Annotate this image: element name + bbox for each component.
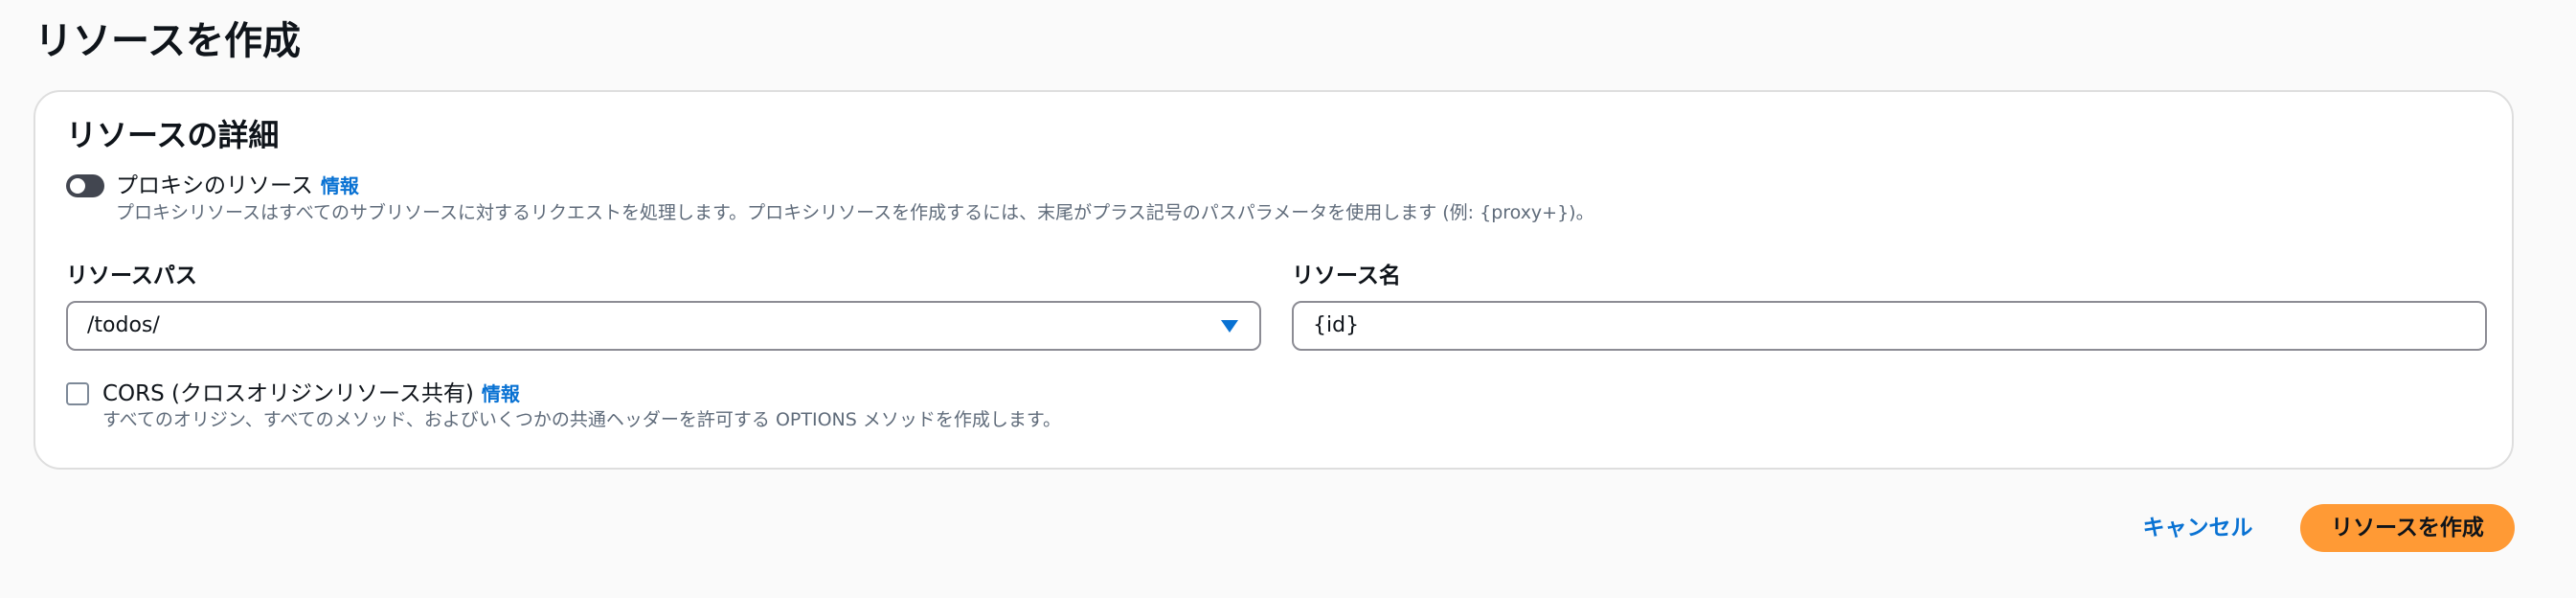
create-resource-page: リソースを作成 リソースの詳細 プロキシのリソース 情報 プロキシリソースはすべて… [0,0,2576,598]
resource-name-input[interactable]: {id} [1292,301,2487,351]
panel-title: リソースの詳細 [66,117,280,153]
resource-name-label: リソース名 [1292,264,1401,288]
page-title: リソースを作成 [34,19,301,63]
proxy-resource-label: プロキシのリソース [116,173,313,198]
toggle-knob [70,178,85,194]
resource-details-panel: リソースの詳細 プロキシのリソース 情報 プロキシリソースはすべてのサブリソースに… [34,90,2514,470]
proxy-resource-row: プロキシのリソース 情報 [116,171,359,201]
cors-info-link[interactable]: 情報 [482,382,520,405]
cors-row: CORS (クロスオリジンリソース共有) 情報 [102,379,520,409]
resource-path-select[interactable]: /todos/ [66,301,1261,351]
resource-path-value: /todos/ [87,313,160,337]
resource-path-label: リソースパス [66,264,197,288]
caret-down-icon [1221,320,1238,333]
cors-description: すべてのオリジン、すべてのメソッド、およびいくつかの共通ヘッダーを許可する OP… [102,409,1061,430]
proxy-resource-toggle[interactable] [66,174,104,197]
cors-label: CORS (クロスオリジンリソース共有) [102,381,474,406]
cancel-button[interactable]: キャンセル [2126,506,2270,550]
resource-name-value: {id} [1313,313,1360,337]
proxy-resource-description: プロキシリソースはすべてのサブリソースに対するリクエストを処理します。プロキシリ… [116,202,1594,223]
create-resource-button[interactable]: リソースを作成 [2300,504,2515,552]
proxy-info-link[interactable]: 情報 [321,174,359,197]
cors-checkbox[interactable] [66,382,89,405]
